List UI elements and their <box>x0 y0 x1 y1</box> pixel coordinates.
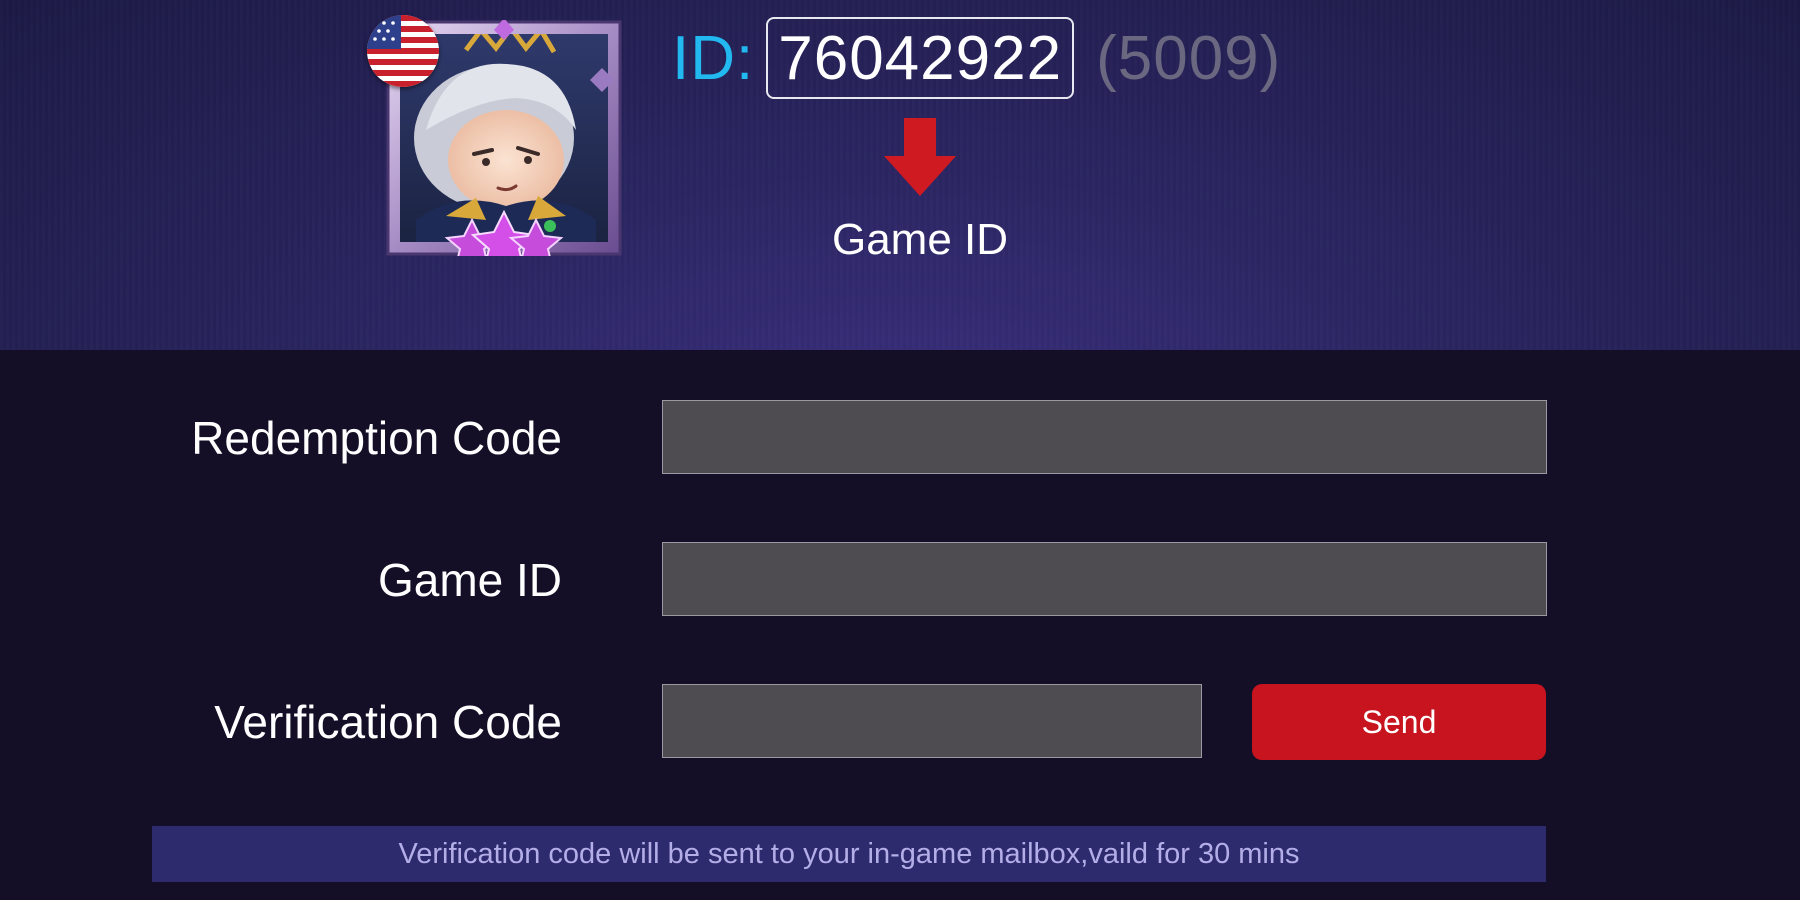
game-id-row: Game ID <box>0 542 1800 618</box>
us-flag-icon <box>367 15 439 87</box>
game-id-caption: Game ID <box>831 215 1009 264</box>
verification-code-label: Verification Code <box>214 696 562 748</box>
player-id-row: ID: 76042922 (5009) <box>672 16 1281 100</box>
verification-notice: Verification code will be sent to your i… <box>152 826 1546 882</box>
redemption-code-row: Redemption Code <box>0 400 1800 476</box>
game-id-input[interactable] <box>662 542 1547 616</box>
server-id: (5009) <box>1096 23 1282 93</box>
game-id-label: Game ID <box>377 554 562 606</box>
verification-code-input[interactable] <box>662 684 1202 758</box>
redemption-code-label: Redemption Code <box>191 412 562 464</box>
id-label: ID: <box>672 23 755 93</box>
redemption-code-input[interactable] <box>662 400 1547 474</box>
profile-banner: ID: 76042922 (5009) Game ID <box>0 0 1800 350</box>
verification-code-row: Verification Code Send <box>0 684 1800 760</box>
redemption-page: ID: 76042922 (5009) Game ID Redemption C… <box>0 0 1800 900</box>
arrow-down-icon <box>880 118 960 198</box>
player-id-value: 76042922 <box>766 17 1075 99</box>
send-button[interactable]: Send <box>1252 684 1546 760</box>
